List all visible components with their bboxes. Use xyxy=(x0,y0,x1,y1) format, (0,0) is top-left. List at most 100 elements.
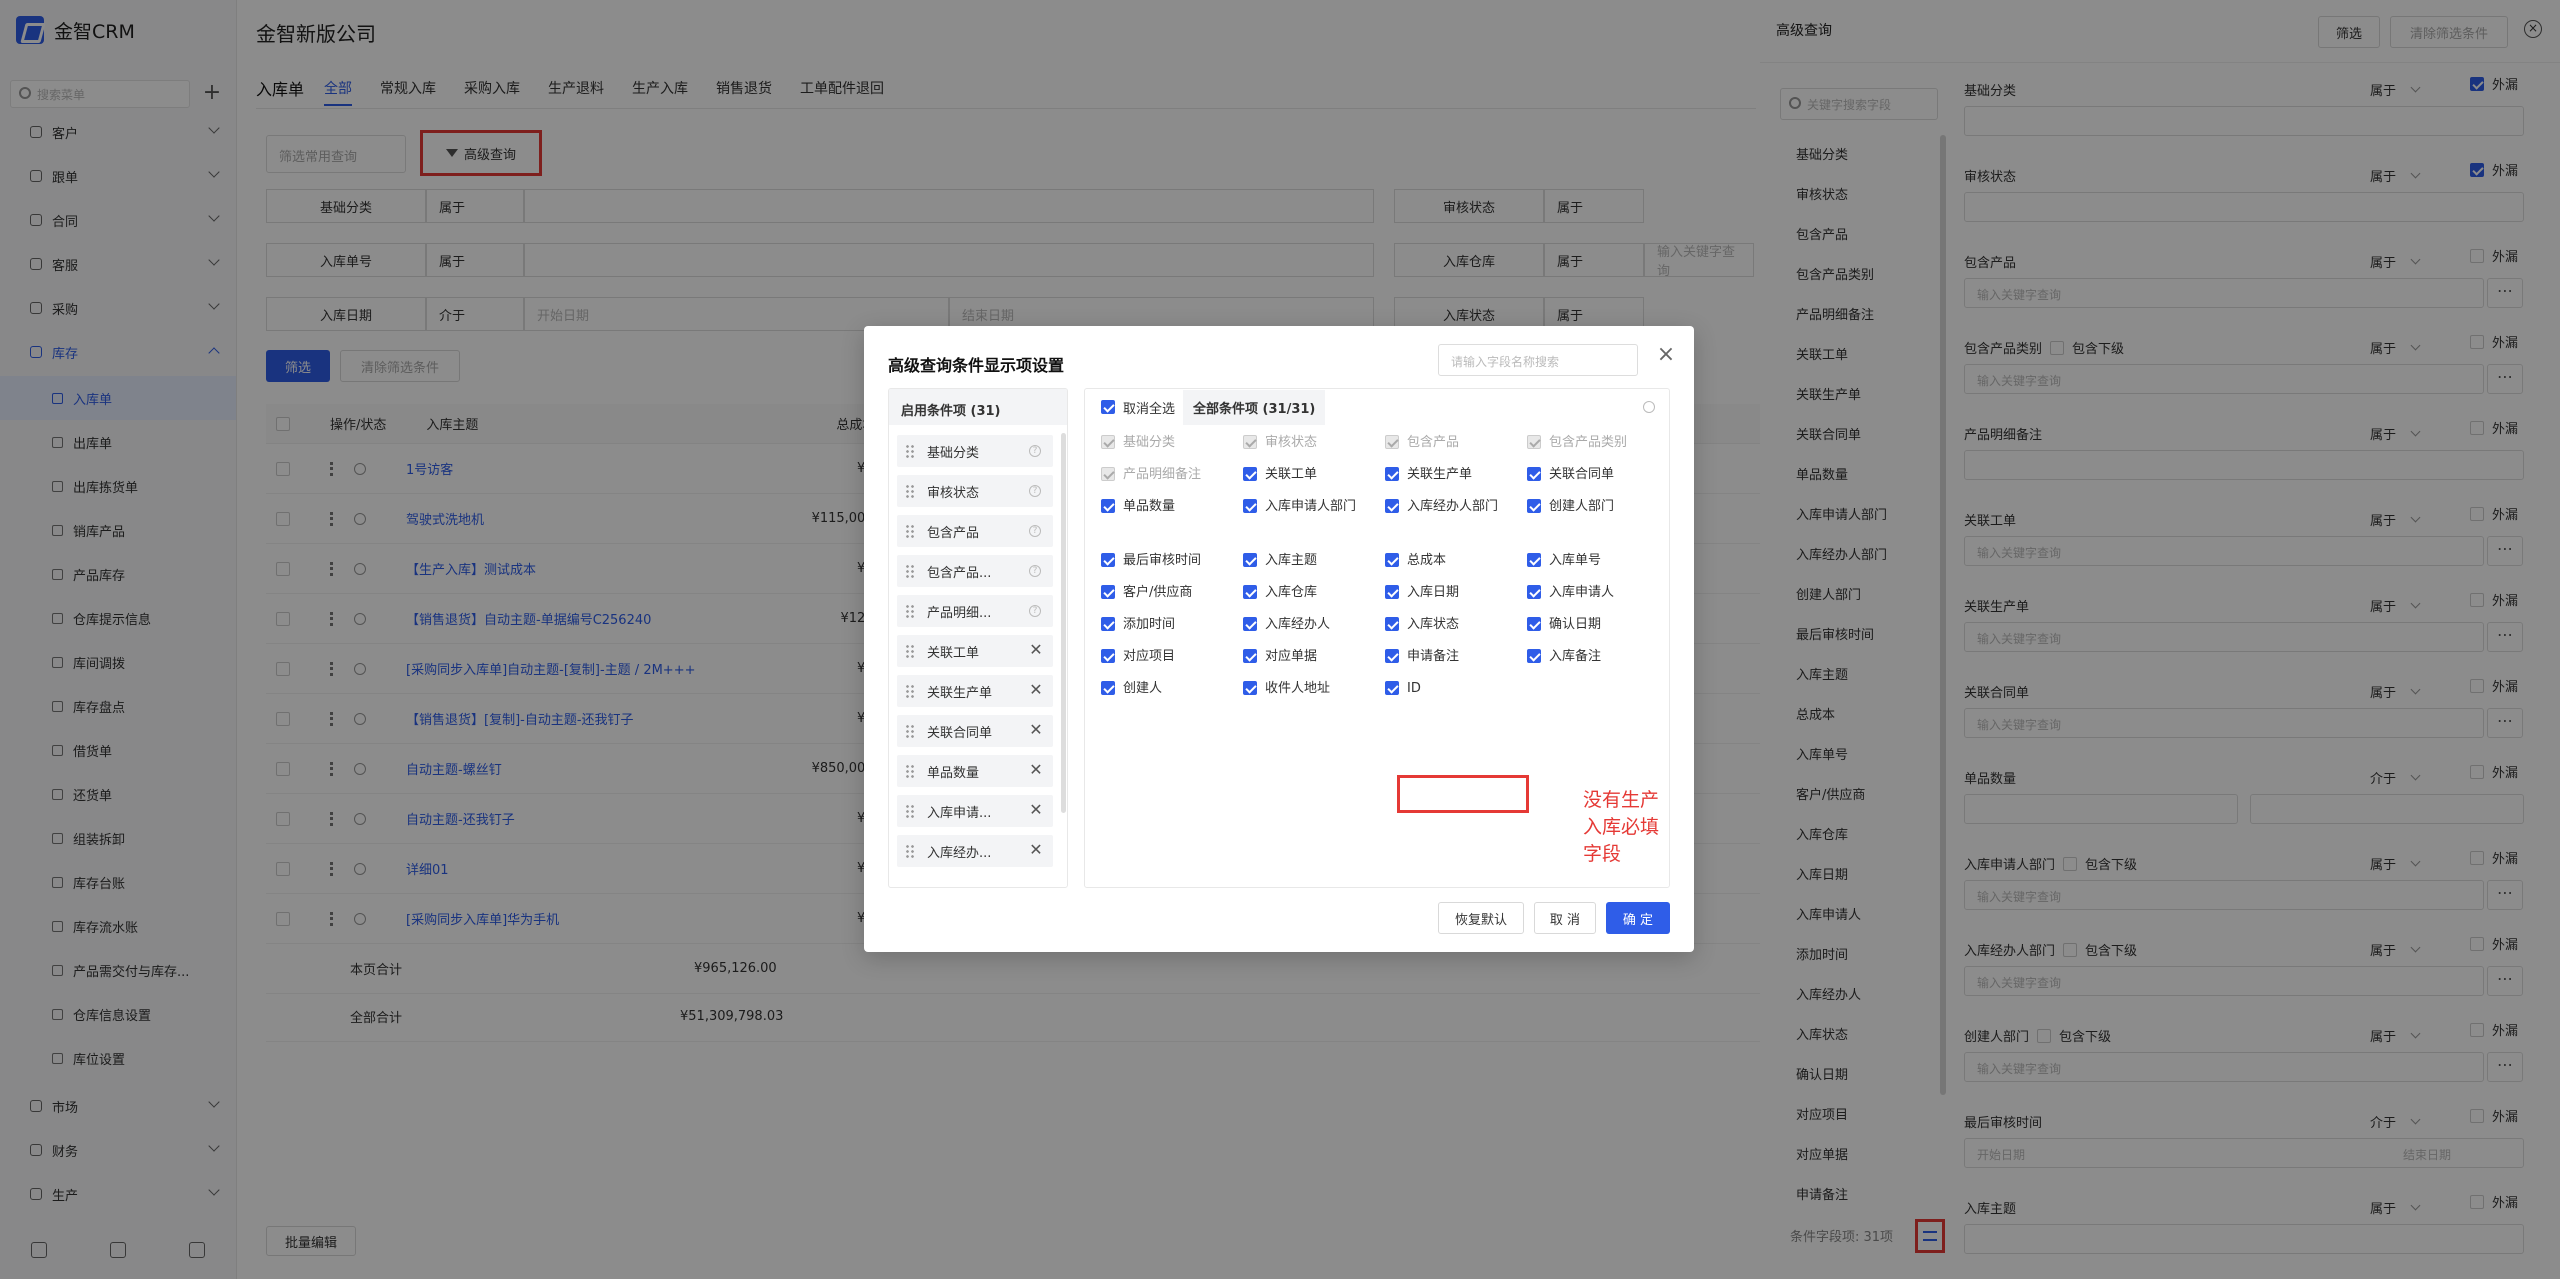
help-icon: ? xyxy=(1029,525,1041,537)
help-icon: ? xyxy=(1029,485,1041,497)
enabled-item[interactable]: 基础分类? xyxy=(897,435,1053,467)
condition-option[interactable]: 入库单号 xyxy=(1527,553,1667,569)
condition-option[interactable]: ID xyxy=(1385,681,1525,697)
enabled-items-panel: 启用条件项 (31) 基础分类? 审核状态? 包含产品? 包含产品...? 产品明细..… xyxy=(888,388,1068,888)
option-checkbox[interactable] xyxy=(1101,617,1115,631)
condition-option[interactable]: 入库状态 xyxy=(1385,617,1525,633)
cancel-select-all-label[interactable]: 取消全选 xyxy=(1123,398,1175,417)
enabled-item[interactable]: 关联工单 ✕ xyxy=(897,635,1053,667)
option-checkbox[interactable] xyxy=(1385,617,1399,631)
condition-option[interactable]: 最后审核时间 xyxy=(1101,553,1241,569)
remove-icon[interactable]: ✕ xyxy=(1027,722,1045,740)
annotation-note: 没有生产入库必填字段 xyxy=(1583,789,1660,865)
option-checkbox[interactable] xyxy=(1385,467,1399,481)
help-icon[interactable] xyxy=(1643,401,1655,413)
enabled-item[interactable]: 包含产品...? xyxy=(897,555,1053,587)
drag-handle-icon[interactable] xyxy=(905,524,915,538)
condition-option[interactable]: 关联生产单 xyxy=(1385,467,1525,483)
condition-option[interactable]: 确认日期 xyxy=(1527,617,1667,633)
drag-handle-icon[interactable] xyxy=(905,604,915,618)
option-checkbox xyxy=(1385,435,1399,449)
condition-option[interactable]: 入库经办人 xyxy=(1243,617,1383,633)
reset-default-button[interactable]: 恢复默认 xyxy=(1438,902,1524,934)
option-checkbox[interactable] xyxy=(1527,585,1541,599)
remove-icon[interactable]: ✕ xyxy=(1027,762,1045,780)
remove-icon[interactable]: ✕ xyxy=(1027,842,1045,860)
all-items-header: 取消全选 全部条件项 (31/31) xyxy=(1085,389,1671,425)
option-checkbox[interactable] xyxy=(1101,553,1115,567)
condition-option[interactable]: 关联合同单 xyxy=(1527,467,1667,483)
option-checkbox xyxy=(1101,467,1115,481)
enabled-item[interactable]: 入库申请... ✕ xyxy=(897,795,1053,827)
option-checkbox[interactable] xyxy=(1101,649,1115,663)
enabled-item[interactable]: 产品明细...? xyxy=(897,595,1053,627)
drag-handle-icon[interactable] xyxy=(905,844,915,858)
condition-option[interactable]: 入库申请人 xyxy=(1527,585,1667,601)
option-checkbox[interactable] xyxy=(1527,467,1541,481)
condition-option[interactable]: 客户/供应商 xyxy=(1101,585,1241,601)
close-icon[interactable]: × xyxy=(1654,344,1678,368)
help-icon: ? xyxy=(1029,445,1041,457)
remove-icon[interactable]: ✕ xyxy=(1027,642,1045,660)
condition-option[interactable]: 关联工单 xyxy=(1243,467,1383,483)
all-items-title: 全部条件项 (31/31) xyxy=(1183,389,1326,425)
option-checkbox[interactable] xyxy=(1385,553,1399,567)
option-checkbox[interactable] xyxy=(1243,617,1257,631)
select-all-checkbox[interactable] xyxy=(1101,400,1115,414)
scrollbar[interactable] xyxy=(1061,433,1066,813)
condition-option[interactable]: 对应单据 xyxy=(1243,649,1383,665)
drag-handle-icon[interactable] xyxy=(905,444,915,458)
remove-icon[interactable]: ✕ xyxy=(1027,682,1045,700)
option-checkbox[interactable] xyxy=(1243,649,1257,663)
condition-option[interactable]: 对应项目 xyxy=(1101,649,1241,665)
option-checkbox[interactable] xyxy=(1243,553,1257,567)
condition-option[interactable]: 入库申请人部门 xyxy=(1243,499,1383,515)
condition-option[interactable]: 入库仓库 xyxy=(1243,585,1383,601)
option-checkbox[interactable] xyxy=(1243,467,1257,481)
option-checkbox[interactable] xyxy=(1385,681,1399,695)
option-checkbox[interactable] xyxy=(1101,585,1115,599)
condition-option[interactable]: 创建人部门 xyxy=(1527,499,1667,515)
option-checkbox[interactable] xyxy=(1527,617,1541,631)
enabled-item[interactable]: 审核状态? xyxy=(897,475,1053,507)
drag-handle-icon[interactable] xyxy=(905,764,915,778)
drag-handle-icon[interactable] xyxy=(905,564,915,578)
drag-handle-icon[interactable] xyxy=(905,724,915,738)
option-checkbox[interactable] xyxy=(1101,681,1115,695)
condition-option[interactable]: 入库经办人部门 xyxy=(1385,499,1525,515)
remove-icon[interactable]: ✕ xyxy=(1027,802,1045,820)
enabled-item[interactable]: 入库经办... ✕ xyxy=(897,835,1053,867)
condition-option[interactable]: 创建人 xyxy=(1101,681,1241,697)
condition-option[interactable]: 单品数量 xyxy=(1101,499,1241,515)
option-checkbox[interactable] xyxy=(1527,499,1541,513)
option-checkbox[interactable] xyxy=(1385,585,1399,599)
field-name-search-input[interactable]: 请输入字段名称搜索 xyxy=(1438,344,1638,376)
condition-option[interactable]: 添加时间 xyxy=(1101,617,1241,633)
option-checkbox[interactable] xyxy=(1385,499,1399,513)
condition-option: 包含产品 xyxy=(1385,435,1525,451)
option-checkbox[interactable] xyxy=(1527,649,1541,663)
drag-handle-icon[interactable] xyxy=(905,644,915,658)
cancel-button[interactable]: 取 消 xyxy=(1534,902,1596,934)
option-checkbox[interactable] xyxy=(1101,499,1115,513)
option-checkbox[interactable] xyxy=(1527,553,1541,567)
condition-option[interactable]: 总成本 xyxy=(1385,553,1525,569)
option-checkbox[interactable] xyxy=(1385,649,1399,663)
enabled-item[interactable]: 单品数量 ✕ xyxy=(897,755,1053,787)
enabled-item[interactable]: 关联生产单 ✕ xyxy=(897,675,1053,707)
option-checkbox[interactable] xyxy=(1243,585,1257,599)
enabled-item[interactable]: 包含产品? xyxy=(897,515,1053,547)
option-checkbox[interactable] xyxy=(1243,499,1257,513)
condition-option[interactable]: 收件人地址 xyxy=(1243,681,1383,697)
confirm-button[interactable]: 确 定 xyxy=(1606,902,1670,934)
drag-handle-icon[interactable] xyxy=(905,804,915,818)
drag-handle-icon[interactable] xyxy=(905,684,915,698)
drag-handle-icon[interactable] xyxy=(905,484,915,498)
condition-option[interactable]: 入库备注 xyxy=(1527,649,1667,665)
condition-option[interactable]: 入库日期 xyxy=(1385,585,1525,601)
condition-option[interactable]: 入库主题 xyxy=(1243,553,1383,569)
enabled-item[interactable]: 关联合同单 ✕ xyxy=(897,715,1053,747)
condition-option[interactable]: 申请备注 xyxy=(1385,649,1525,665)
option-checkbox[interactable] xyxy=(1243,681,1257,695)
enabled-items-title: 启用条件项 (31) xyxy=(889,389,1067,425)
